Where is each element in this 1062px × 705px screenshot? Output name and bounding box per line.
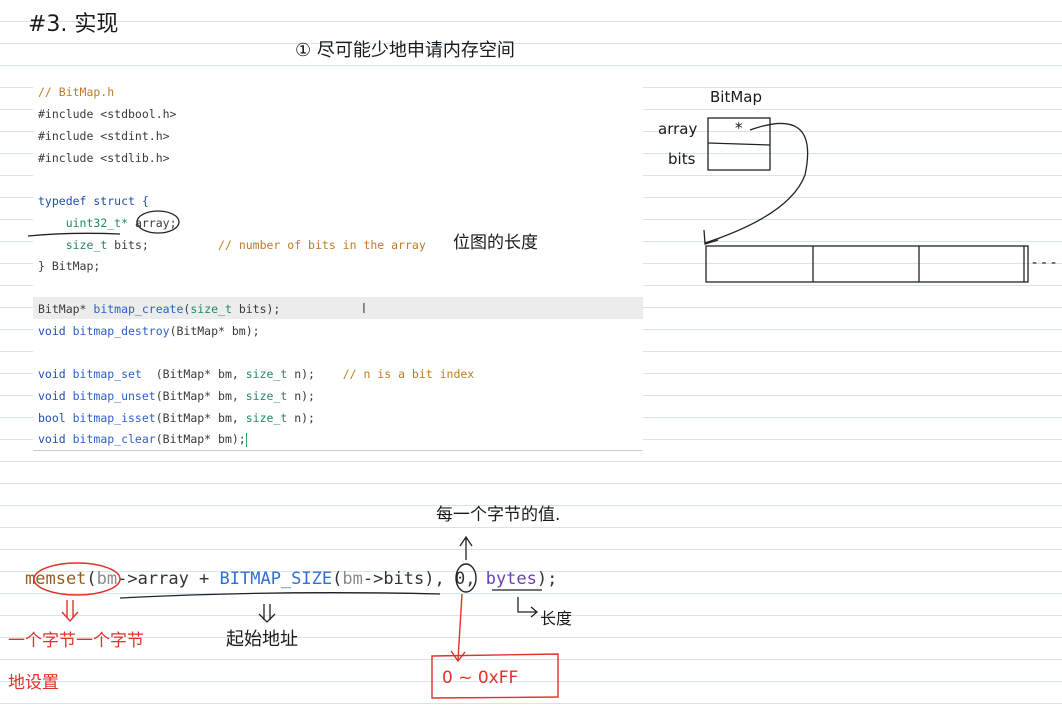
start-address-brace bbox=[119, 592, 441, 599]
bit-array bbox=[705, 245, 1029, 283]
memset-circle bbox=[33, 562, 121, 596]
zero-circle bbox=[455, 563, 477, 593]
struct-divider bbox=[707, 142, 771, 146]
up-arrow-icon bbox=[459, 535, 473, 560]
ink-layer bbox=[27, 117, 1029, 699]
underline-uint32 bbox=[27, 232, 121, 237]
array-circle bbox=[136, 210, 180, 234]
red-down-arrow-icon bbox=[61, 600, 79, 623]
length-arrow-icon bbox=[517, 597, 539, 618]
black-down-arrow-icon bbox=[258, 604, 276, 623]
pointer-arrow bbox=[704, 122, 809, 244]
arrow-head-icon bbox=[703, 229, 719, 245]
red-zero-arrow-icon bbox=[450, 593, 466, 663]
range-box bbox=[431, 653, 559, 699]
